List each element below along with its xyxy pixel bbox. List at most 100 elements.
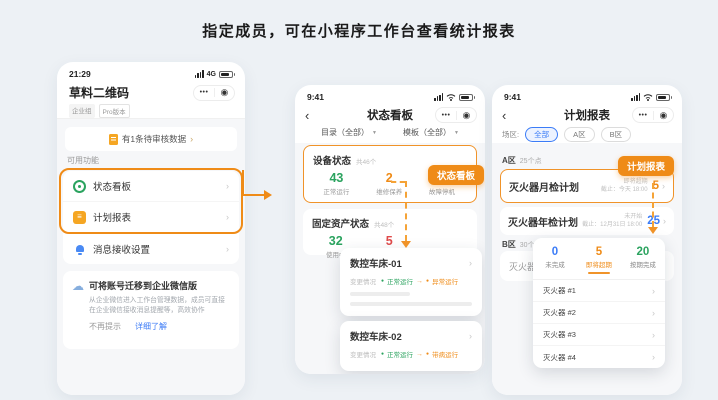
list-item[interactable]: 灭火器 #4 › [533, 346, 665, 368]
miniprogram-capsule[interactable]: ••• ◉ [435, 107, 477, 123]
wifi-icon [446, 93, 456, 101]
detail-link[interactable]: 详细了解 [135, 321, 167, 332]
dashed-line-horizontal [391, 181, 405, 183]
caret-down-icon: ▼ [372, 130, 377, 136]
item-label: 灭火器 #4 [543, 352, 652, 363]
tab-completed[interactable]: 20 按期完成 [621, 246, 665, 274]
exit-circle-icon[interactable]: ◉ [463, 111, 471, 120]
status-from: 正常运行 [387, 349, 413, 359]
migrate-card: ☁ 可将账号迁移到企业微信版 从企业微信进入工作台管理数据，成员可直接在企业微信… [63, 271, 239, 349]
back-icon[interactable]: ‹ [305, 109, 309, 122]
migrate-card-title: 可将账号迁移到企业微信版 [89, 279, 197, 292]
filter-directory[interactable]: 目录（全部） ▼ [321, 127, 377, 138]
status-bar: 9:41 [492, 91, 682, 103]
connector-line-horizontal [242, 194, 265, 196]
tab-near-overdue[interactable]: 5 即将超期 [577, 246, 621, 274]
stat-value: 0 [533, 246, 577, 258]
arrow-right-icon: → [416, 351, 423, 358]
app-header: 草料二维码 ••• ◉ [69, 84, 235, 101]
chevron-right-icon: › [662, 181, 665, 191]
dismiss-link[interactable]: 不再提示 [89, 321, 121, 332]
chip-all[interactable]: 全部 [525, 127, 558, 142]
pending-review-banner[interactable]: 有1条待审核数据 › [65, 127, 237, 151]
plan-status: 即将超期 [601, 178, 648, 186]
filter-label: 模板（全部） [403, 127, 451, 138]
device-detail-card[interactable]: 数控车床-01 › 变更情况 ● 正常运行 → ● 异常运行 [340, 248, 482, 316]
device-detail-card[interactable]: 数控车床-02 › 变更情况 ● 正常运行 → ● 带病运行 [340, 321, 482, 371]
tab-not-done[interactable]: 0 未完成 [533, 246, 577, 274]
section-count: 25个点 [520, 156, 542, 166]
filter-bar: 目录（全部） ▼ 模板（全部） ▼ [295, 127, 485, 138]
skeleton-line [350, 292, 410, 296]
section-area-a: A区 25个点 [502, 155, 542, 166]
app-title: 草料二维码 [69, 84, 129, 101]
filter-label: 目录（全部） [321, 127, 369, 138]
chevron-right-icon: › [226, 212, 229, 222]
chevron-right-icon: › [652, 308, 655, 318]
list-item[interactable]: 灭火器 #2 › [533, 302, 665, 324]
feature-list: 状态看板 › ≡ 计划报表 › 消息接收设置 › [63, 171, 239, 264]
plan-report-icon: ≡ [73, 211, 86, 224]
capsule-divider [653, 111, 654, 120]
miniprogram-capsule[interactable]: ••• ◉ [632, 107, 674, 123]
back-icon[interactable]: ‹ [502, 109, 506, 122]
section-label: 可用功能 [67, 155, 99, 166]
item-label: 灭火器 #3 [543, 329, 652, 340]
device-name: 数控车床-02 [350, 329, 469, 343]
filter-template[interactable]: 模板（全部） ▼ [403, 127, 459, 138]
list-item[interactable]: 灭火器 #3 › [533, 324, 665, 346]
stat-value: 20 [621, 246, 665, 258]
connector-arrow-icon [264, 190, 272, 200]
stat-label: 维修保养 [363, 186, 416, 196]
capsule-divider [456, 111, 457, 120]
list-item[interactable]: 灭火器 #1 › [533, 280, 665, 302]
feature-item-message-settings[interactable]: 消息接收设置 › [63, 233, 239, 264]
caret-down-icon: ▼ [454, 130, 459, 136]
stat-value: 43 [310, 171, 363, 185]
status-icons [631, 93, 670, 101]
battery-icon [219, 71, 233, 78]
miniprogram-capsule[interactable]: ••• ◉ [193, 85, 235, 101]
plan-stats-popup[interactable]: 0 未完成 5 即将超期 20 按期完成 灭火器 #1 › [533, 238, 665, 368]
page-title: 指定成员，可在小程序工作台查看统计报表 [0, 20, 718, 41]
connector-line-vertical [242, 170, 244, 196]
orange-dot-icon: ● [426, 352, 429, 357]
skeleton-line [350, 302, 472, 306]
chip-area-a[interactable]: A区 [564, 127, 595, 142]
card-count: 共46个 [356, 156, 376, 166]
wecom-cloud-icon: ☁ [72, 280, 84, 292]
stat-value: 32 [309, 234, 362, 248]
feature-label: 计划报表 [93, 210, 219, 224]
status-board-badge: 状态看板 [428, 165, 484, 185]
more-icon[interactable]: ••• [200, 89, 209, 96]
status-bar: 9:41 [295, 91, 485, 103]
chevron-right-icon: › [190, 134, 193, 144]
device-name: 数控车床-01 [350, 256, 469, 270]
dashed-arrowhead-icon [401, 241, 411, 248]
dashed-line-vertical [652, 183, 654, 227]
tag-version: Pro版本 [99, 104, 130, 118]
exit-circle-icon[interactable]: ◉ [660, 111, 668, 120]
document-icon [109, 134, 118, 145]
signal-icon [195, 70, 204, 78]
exit-circle-icon[interactable]: ◉ [221, 88, 229, 97]
status-icons: 4G [195, 70, 233, 78]
feature-item-status-board[interactable]: 状态看板 › [63, 171, 239, 202]
section-name: A区 [502, 155, 516, 166]
popup-stats: 0 未完成 5 即将超期 20 按期完成 [533, 238, 665, 274]
card-header: 设备状态 共46个 [304, 146, 476, 167]
status-icons [434, 93, 473, 101]
feature-item-plan-report[interactable]: ≡ 计划报表 › [63, 202, 239, 233]
stat-value: 5 [577, 246, 621, 258]
more-icon[interactable]: ••• [442, 112, 451, 119]
chip-area-b[interactable]: B区 [601, 127, 632, 142]
plan-meta: 未开始 截止：12月31日 18:00 [582, 213, 642, 229]
migrate-card-body: 从企业微信进入工作台管理数据，成员可直接在企业微信接收消息提醒等，高效协作 [89, 296, 230, 316]
green-dot-icon: ● [381, 279, 384, 284]
more-icon[interactable]: ••• [639, 112, 648, 119]
change-row: 变更情况 ● 正常运行 → ● 带病运行 [340, 343, 482, 359]
card-title: 固定资产状态 [312, 216, 369, 230]
migrate-card-header: ☁ 可将账号迁移到企业微信版 [72, 279, 230, 292]
battery-icon [656, 94, 670, 101]
stat-label: 按期完成 [621, 259, 665, 269]
